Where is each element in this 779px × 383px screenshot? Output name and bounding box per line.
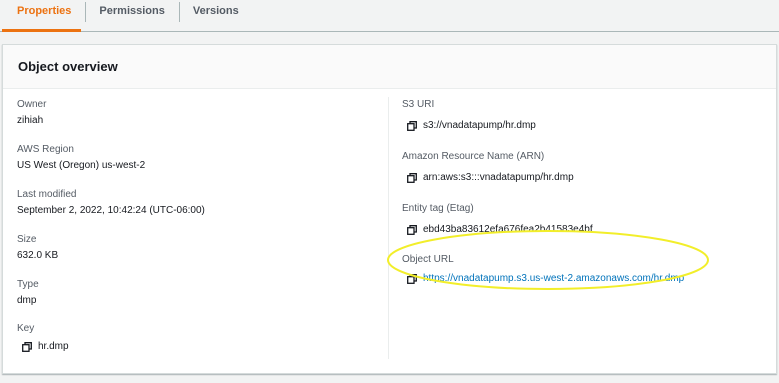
s3-uri-copy-row: s3://vnadatapump/hr.dmp	[407, 119, 536, 132]
size-value: 632.0 KB	[17, 250, 59, 261]
object-url-label: Object URL	[402, 254, 454, 265]
arn-value: arn:aws:s3:::vnadatapump/hr.dmp	[423, 172, 574, 183]
object-url-link[interactable]: https://vnadatapump.s3.us-west-2.amazona…	[423, 273, 684, 284]
size-field: Size 632.0 KB	[17, 233, 58, 262]
tab-bar: Properties Permissions Versions	[0, 0, 779, 32]
tab-label: Properties	[17, 4, 72, 17]
copy-icon[interactable]	[407, 224, 417, 235]
owner-label: Owner	[17, 99, 47, 110]
type-value: dmp	[17, 295, 37, 306]
region-label: AWS Region	[17, 144, 74, 155]
key-field: Key hr.dmp	[17, 322, 69, 353]
size-label: Size	[17, 234, 37, 245]
tab-label: Versions	[192, 4, 239, 17]
s3-uri-value: s3://vnadatapump/hr.dmp	[423, 120, 536, 131]
tab-label: Permissions	[99, 4, 165, 17]
etag-field: Entity tag (Etag) ebd43ba83612efa676fea2…	[402, 202, 593, 236]
copy-icon[interactable]	[407, 120, 417, 131]
arn-field: Amazon Resource Name (ARN) arn:aws:s3:::…	[402, 150, 574, 184]
panel-title: Object overview	[18, 59, 118, 74]
tab-properties[interactable]: Properties	[0, 0, 85, 32]
type-label: Type	[17, 279, 39, 290]
owner-field: Owner zihiah	[17, 98, 46, 127]
s3-uri-label: S3 URI	[402, 99, 435, 110]
etag-value: ebd43ba83612efa676fea2b41583e4bf	[423, 224, 593, 235]
arn-copy-row: arn:aws:s3:::vnadatapump/hr.dmp	[407, 171, 574, 184]
tab-versions[interactable]: Versions	[178, 0, 253, 31]
copy-icon[interactable]	[407, 273, 417, 284]
region-value: US West (Oregon) us-west-2	[17, 160, 146, 171]
last-modified-value: September 2, 2022, 10:42:24 (UTC-06:00)	[17, 205, 205, 216]
etag-copy-row: ebd43ba83612efa676fea2b41583e4bf	[407, 223, 593, 236]
object-url-copy-row: https://vnadatapump.s3.us-west-2.amazona…	[407, 273, 684, 284]
last-modified-label: Last modified	[17, 189, 77, 200]
key-label: Key	[17, 323, 35, 334]
column-divider	[388, 97, 389, 359]
type-field: Type dmp	[17, 278, 39, 307]
region-field: AWS Region US West (Oregon) us-west-2	[17, 143, 145, 172]
key-value: hr.dmp	[38, 341, 69, 352]
key-copy-row: hr.dmp	[22, 340, 69, 353]
s3-uri-field: S3 URI s3://vnadatapump/hr.dmp	[402, 98, 536, 132]
panel-header: Object overview	[3, 45, 776, 89]
arn-label: Amazon Resource Name (ARN)	[402, 151, 545, 162]
copy-icon[interactable]	[407, 172, 417, 183]
etag-label: Entity tag (Etag)	[402, 203, 474, 214]
owner-value: zihiah	[17, 115, 44, 126]
last-modified-field: Last modified September 2, 2022, 10:42:2…	[17, 188, 205, 217]
object-url-field: Object URL https://vnadatapump.s3.us-wes…	[402, 253, 684, 284]
object-overview-panel: Object overview Owner zihiah AWS Region …	[2, 44, 777, 374]
copy-icon[interactable]	[22, 341, 32, 352]
tab-permissions[interactable]: Permissions	[85, 0, 178, 31]
